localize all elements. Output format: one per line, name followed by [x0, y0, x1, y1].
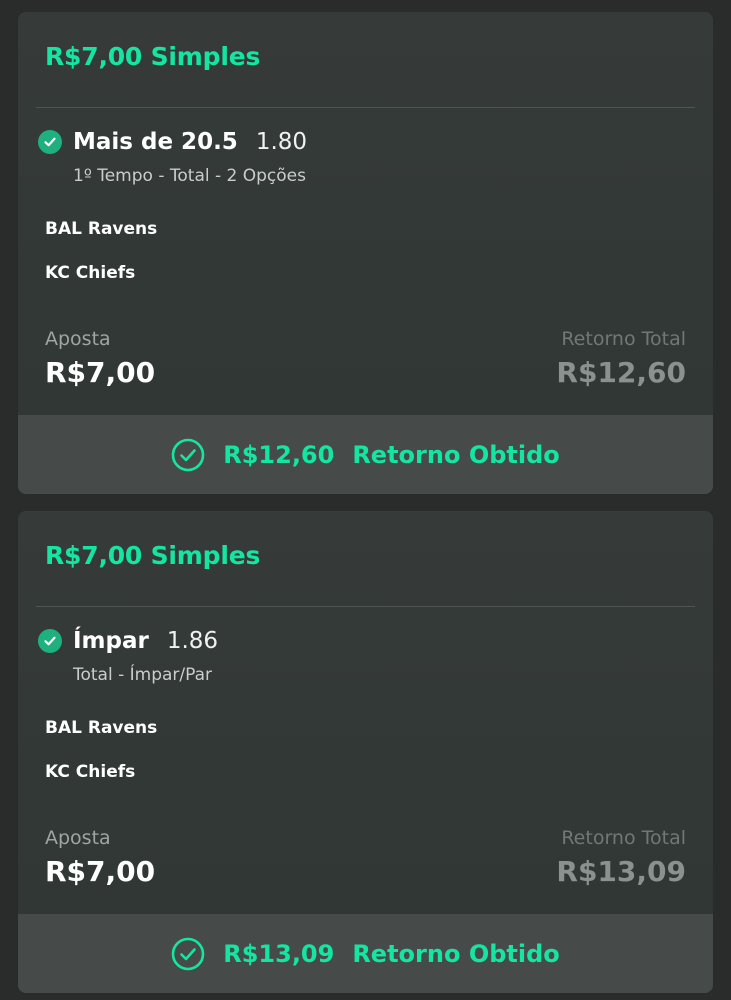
bet-header: R$7,00 Simples — [45, 541, 261, 570]
selection-name: Mais de 20.5 — [73, 129, 238, 155]
divider — [36, 606, 695, 607]
team-home: BAL Ravens — [45, 718, 158, 738]
market-name: Total - Ímpar/Par — [73, 665, 213, 685]
return-value: R$13,09 — [556, 855, 686, 888]
return-obtained-label: Retorno Obtido — [352, 440, 560, 469]
return-label: Retorno Total — [561, 827, 686, 849]
check-circle-outline-icon — [171, 438, 205, 471]
return-obtained-label: Retorno Obtido — [352, 939, 560, 968]
stake-label: Aposta — [45, 827, 111, 849]
check-circle-icon — [38, 130, 62, 154]
return-label: Retorno Total — [561, 328, 686, 350]
return-value: R$12,60 — [556, 356, 686, 389]
bet-card[interactable]: R$7,00 Simples Ímpar 1.86 Total - Ímpar/… — [18, 511, 713, 993]
market-name: 1º Tempo - Total - 2 Opções — [73, 166, 306, 186]
return-obtained-amount: R$12,60 — [223, 440, 335, 469]
team-away: KC Chiefs — [45, 762, 136, 782]
stake-value: R$7,00 — [45, 855, 156, 888]
bet-card[interactable]: R$7,00 Simples Mais de 20.5 1.80 1º Temp… — [18, 12, 713, 494]
stake-value: R$7,00 — [45, 356, 156, 389]
return-obtained-amount: R$13,09 — [223, 939, 335, 968]
stake-label: Aposta — [45, 328, 111, 350]
check-circle-icon — [38, 629, 62, 653]
selection-row: Ímpar 1.86 — [38, 628, 218, 654]
team-home: BAL Ravens — [45, 219, 158, 239]
selection-name: Ímpar — [73, 628, 149, 654]
check-circle-outline-icon — [171, 937, 205, 970]
selection-row: Mais de 20.5 1.80 — [38, 129, 307, 155]
bet-header: R$7,00 Simples — [45, 42, 261, 71]
return-obtained-banner: R$12,60 Retorno Obtido — [18, 415, 713, 494]
selection-odds: 1.86 — [166, 628, 219, 654]
divider — [36, 107, 695, 108]
return-obtained-banner: R$13,09 Retorno Obtido — [18, 914, 713, 993]
team-away: KC Chiefs — [45, 263, 136, 283]
selection-odds: 1.80 — [255, 129, 308, 155]
